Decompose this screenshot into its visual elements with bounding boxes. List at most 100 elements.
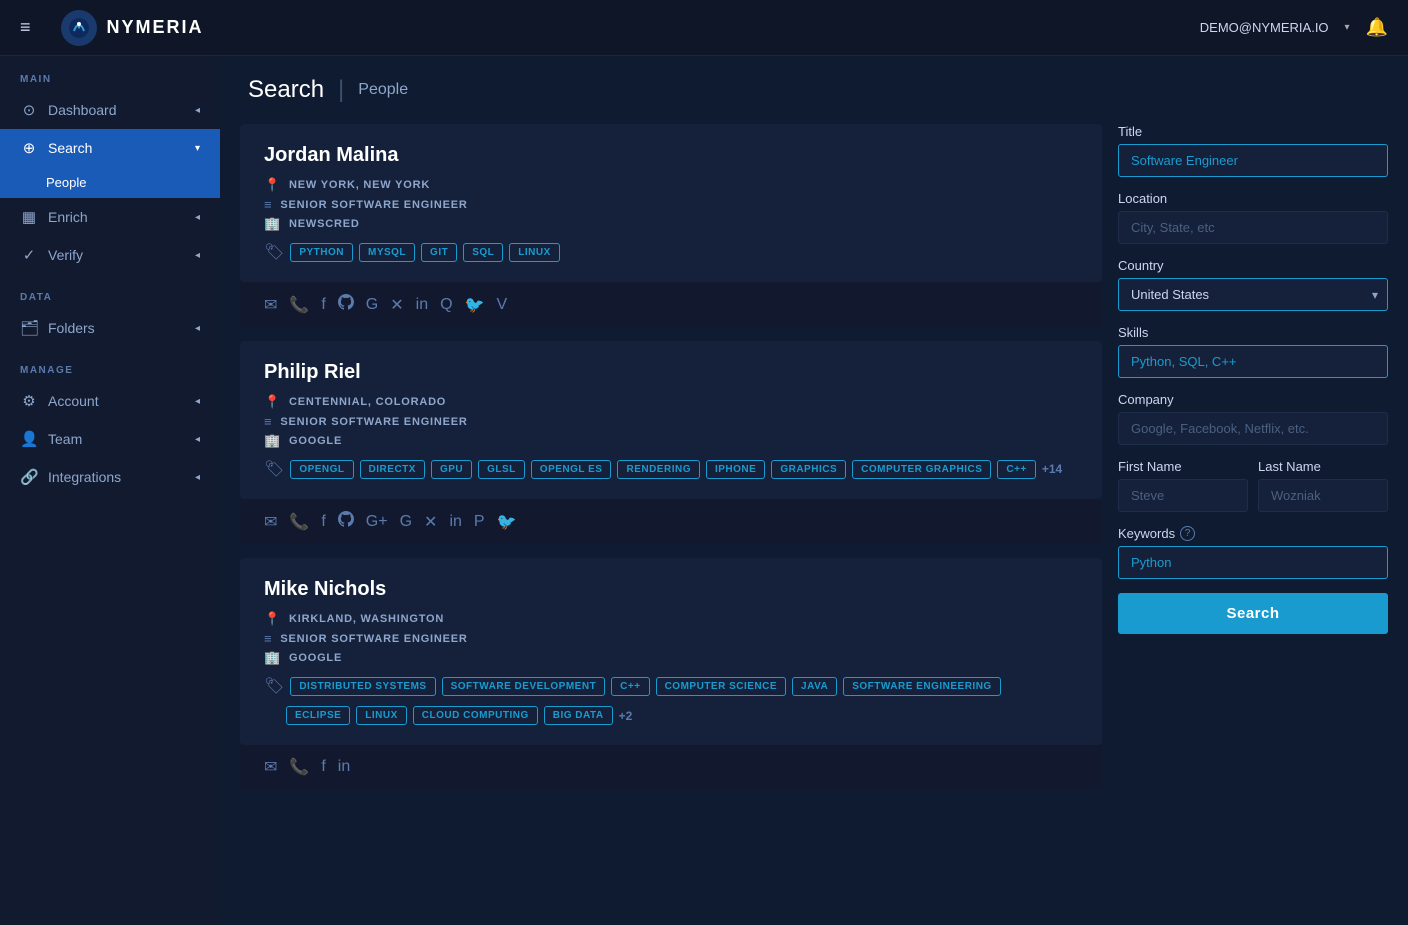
sidebar-item-team[interactable]: 👤 Team ◂ bbox=[0, 420, 220, 458]
content-area: Search | People Jordan Malina 📍 NEW YORK… bbox=[220, 56, 1408, 925]
skill-tag[interactable]: C++ bbox=[997, 460, 1035, 479]
skills-row-2: ECLIPSE LINUX CLOUD COMPUTING BIG DATA +… bbox=[264, 706, 1078, 725]
skill-tag[interactable]: GPU bbox=[431, 460, 472, 479]
location-icon: 📍 bbox=[264, 177, 281, 193]
content-body: Jordan Malina 📍 NEW YORK, NEW YORK ≡ SEN… bbox=[220, 114, 1408, 925]
gravatar-icon[interactable]: G bbox=[400, 513, 412, 531]
company-icon: 🏢 bbox=[264, 650, 281, 666]
sidebar-item-integrations[interactable]: 🔗 Integrations ◂ bbox=[0, 458, 220, 496]
email-icon[interactable]: ✉ bbox=[264, 757, 277, 777]
sidebar-item-verify[interactable]: ✓ Verify ◂ bbox=[0, 236, 220, 274]
sidebar-item-label-integrations: Integrations bbox=[48, 469, 121, 485]
skill-tag[interactable]: COMPUTER SCIENCE bbox=[656, 677, 786, 696]
skill-tag[interactable]: LINUX bbox=[356, 706, 407, 725]
linkedin-icon[interactable]: in bbox=[416, 296, 428, 314]
phone-icon[interactable]: 📞 bbox=[289, 512, 309, 532]
skill-tag[interactable]: SOFTWARE ENGINEERING bbox=[843, 677, 1000, 696]
facebook-icon[interactable]: f bbox=[321, 758, 325, 776]
logo: NYMERIA bbox=[61, 10, 204, 46]
skill-tag[interactable]: PYTHON bbox=[290, 243, 353, 262]
skill-tag[interactable]: DISTRIBUTED SYSTEMS bbox=[290, 677, 435, 696]
filter-label-skills: Skills bbox=[1118, 325, 1388, 340]
sidebar-item-search[interactable]: ⊕ Search ▾ bbox=[0, 129, 220, 167]
skills-input[interactable] bbox=[1118, 345, 1388, 378]
skill-tag[interactable]: ECLIPSE bbox=[286, 706, 350, 725]
search-button[interactable]: Search bbox=[1118, 593, 1388, 634]
sidebar-item-folders[interactable]: 🗂 Folders ◂ bbox=[0, 309, 220, 347]
github-icon[interactable] bbox=[338, 294, 354, 315]
filter-label-location: Location bbox=[1118, 191, 1388, 206]
skill-tag[interactable]: IPHONE bbox=[706, 460, 765, 479]
quora-icon[interactable]: Q bbox=[440, 296, 452, 314]
github-icon[interactable] bbox=[338, 511, 354, 532]
phone-icon[interactable]: 📞 bbox=[289, 757, 309, 777]
page-subtitle: People bbox=[358, 81, 408, 99]
skill-tag[interactable]: BIG DATA bbox=[544, 706, 613, 725]
filter-group-company: Company bbox=[1118, 392, 1388, 445]
user-dropdown-arrow[interactable]: ▾ bbox=[1345, 22, 1350, 33]
location-text: KIRKLAND, WASHINGTON bbox=[289, 613, 444, 625]
skill-tag[interactable]: COMPUTER GRAPHICS bbox=[852, 460, 991, 479]
skill-tag[interactable]: JAVA bbox=[792, 677, 837, 696]
notification-bell-icon[interactable]: 🔔 bbox=[1366, 17, 1388, 38]
linkedin-icon[interactable]: in bbox=[338, 758, 350, 776]
hamburger-icon[interactable]: ≡ bbox=[20, 17, 31, 38]
topbar: ≡ NYMERIA DEMO@NYMERIA.IO ▾ 🔔 bbox=[0, 0, 1408, 56]
linkedin-icon[interactable]: in bbox=[449, 513, 461, 531]
sidebar-item-account[interactable]: ⚙ Account ◂ bbox=[0, 382, 220, 420]
gravatar-icon[interactable]: G bbox=[366, 296, 378, 314]
skill-tag[interactable]: GIT bbox=[421, 243, 457, 262]
location-text: NEW YORK, NEW YORK bbox=[289, 179, 430, 191]
skill-tag[interactable]: SOFTWARE DEVELOPMENT bbox=[442, 677, 606, 696]
country-select[interactable]: United States Canada United Kingdom Germ… bbox=[1118, 278, 1388, 311]
email-icon[interactable]: ✉ bbox=[264, 295, 277, 315]
title-input[interactable] bbox=[1118, 144, 1388, 177]
facebook-icon[interactable]: f bbox=[321, 296, 325, 314]
skill-tag[interactable]: RENDERING bbox=[617, 460, 700, 479]
company-input[interactable] bbox=[1118, 412, 1388, 445]
skill-tag[interactable]: MYSQL bbox=[359, 243, 415, 262]
last-name-input[interactable] bbox=[1258, 479, 1388, 512]
pinterest-icon[interactable]: P bbox=[474, 513, 485, 531]
sidebar-item-enrich[interactable]: ▦ Enrich ◂ bbox=[0, 198, 220, 236]
skill-tag[interactable]: GLSL bbox=[478, 460, 525, 479]
filter-group-skills: Skills bbox=[1118, 325, 1388, 378]
vimeo-icon[interactable]: V bbox=[496, 296, 507, 314]
skill-tag[interactable]: LINUX bbox=[509, 243, 560, 262]
person-company: 🏢 GOOGLE bbox=[264, 650, 1078, 666]
skill-tag[interactable]: C++ bbox=[611, 677, 649, 696]
xing-icon[interactable]: ✕ bbox=[390, 295, 403, 315]
keywords-input[interactable] bbox=[1118, 546, 1388, 579]
contact-row-jordan: ✉ 📞 f G ✕ in Q 🐦 V bbox=[240, 282, 1102, 327]
skill-tag[interactable]: CLOUD COMPUTING bbox=[413, 706, 538, 725]
country-select-wrapper: United States Canada United Kingdom Germ… bbox=[1118, 278, 1388, 311]
twitter-icon[interactable]: 🐦 bbox=[465, 295, 485, 315]
keywords-help-icon[interactable]: ? bbox=[1180, 526, 1195, 541]
filter-group-location: Location bbox=[1118, 191, 1388, 244]
skill-tag[interactable]: GRAPHICS bbox=[771, 460, 846, 479]
skill-tag[interactable]: DIRECTX bbox=[360, 460, 425, 479]
skills-row: 🏷 PYTHON MYSQL GIT SQL LINUX bbox=[264, 242, 1078, 262]
verify-icon: ✓ bbox=[20, 246, 38, 264]
facebook-icon[interactable]: f bbox=[321, 513, 325, 531]
xing-icon[interactable]: ✕ bbox=[424, 512, 437, 532]
sidebar-sub-item-people[interactable]: People bbox=[0, 167, 220, 198]
chevron-icon: ▾ bbox=[195, 143, 200, 154]
skill-tag[interactable]: OPENGL ES bbox=[531, 460, 612, 479]
skill-tag[interactable]: OPENGL bbox=[290, 460, 353, 479]
sidebar-item-dashboard[interactable]: ⊙ Dashboard ◂ bbox=[0, 91, 220, 129]
sidebar-item-label-search: Search bbox=[48, 140, 92, 156]
first-name-input[interactable] bbox=[1118, 479, 1248, 512]
filter-group-names: First Name Last Name bbox=[1118, 459, 1388, 512]
enrich-icon: ▦ bbox=[20, 208, 38, 226]
location-icon: 📍 bbox=[264, 394, 281, 410]
email-icon[interactable]: ✉ bbox=[264, 512, 277, 532]
location-input[interactable] bbox=[1118, 211, 1388, 244]
user-email[interactable]: DEMO@NYMERIA.IO bbox=[1200, 20, 1329, 35]
googleplus-icon[interactable]: G+ bbox=[366, 513, 388, 531]
phone-icon[interactable]: 📞 bbox=[289, 295, 309, 315]
skill-tag[interactable]: SQL bbox=[463, 243, 503, 262]
twitter-icon[interactable]: 🐦 bbox=[497, 512, 517, 532]
folders-icon: 🗂 bbox=[20, 319, 38, 337]
chevron-icon: ◂ bbox=[195, 434, 200, 445]
